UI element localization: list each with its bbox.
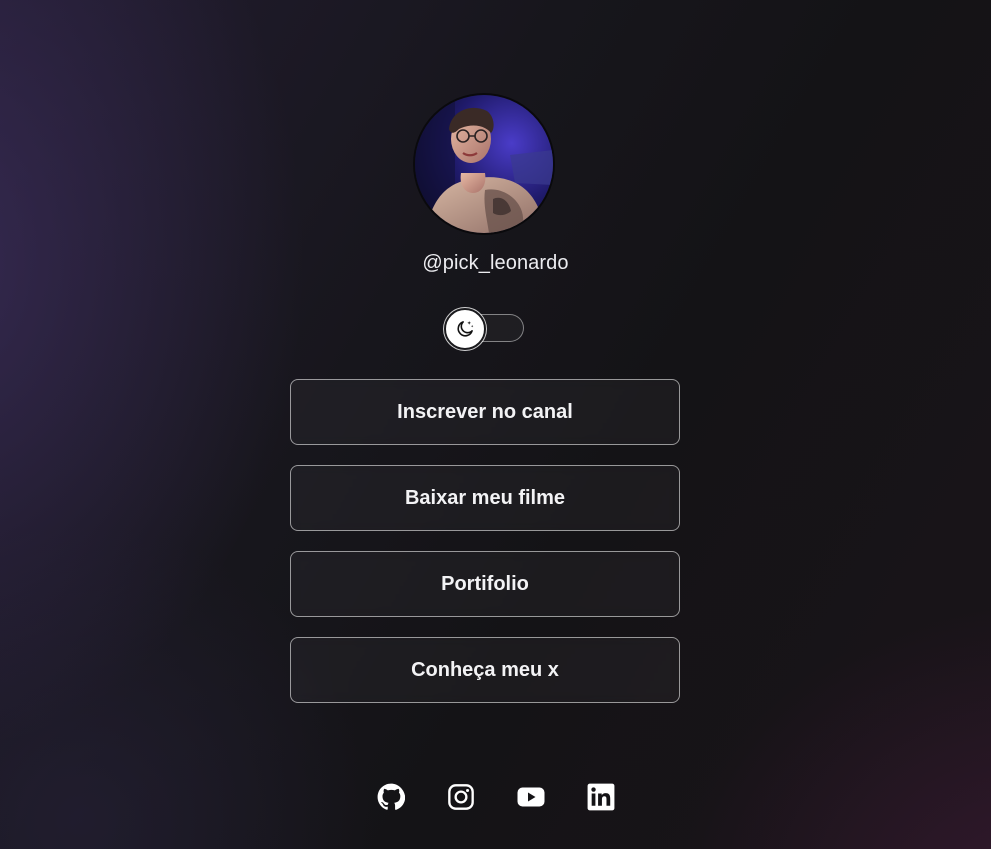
- page-container: @pick_leonardo Inscrever no canal Baixar…: [0, 0, 991, 849]
- youtube-link[interactable]: [517, 783, 545, 811]
- linkedin-link[interactable]: [587, 783, 615, 811]
- link-button-portifolio[interactable]: Portifolio: [290, 551, 680, 617]
- moon-sparkle-icon: [457, 321, 474, 337]
- github-link[interactable]: [377, 783, 405, 811]
- avatar-photo: [415, 95, 553, 233]
- link-button-inscrever[interactable]: Inscrever no canal: [290, 379, 680, 445]
- github-icon: [377, 783, 405, 810]
- link-button-baixar-filme[interactable]: Baixar meu filme: [290, 465, 680, 531]
- youtube-icon: [517, 787, 544, 807]
- link-button-conheca-x[interactable]: Conheça meu x: [290, 637, 680, 703]
- avatar: [415, 95, 553, 233]
- theme-toggle[interactable]: [444, 308, 525, 350]
- username: @pick_leonardo: [422, 252, 569, 274]
- instagram-link[interactable]: [447, 783, 475, 811]
- social-links: [0, 783, 991, 811]
- toggle-knob[interactable]: [444, 308, 486, 350]
- instagram-icon: [447, 784, 474, 810]
- links-list: Inscrever no canal Baixar meu filme Port…: [290, 379, 680, 723]
- linkedin-icon: [587, 783, 614, 811]
